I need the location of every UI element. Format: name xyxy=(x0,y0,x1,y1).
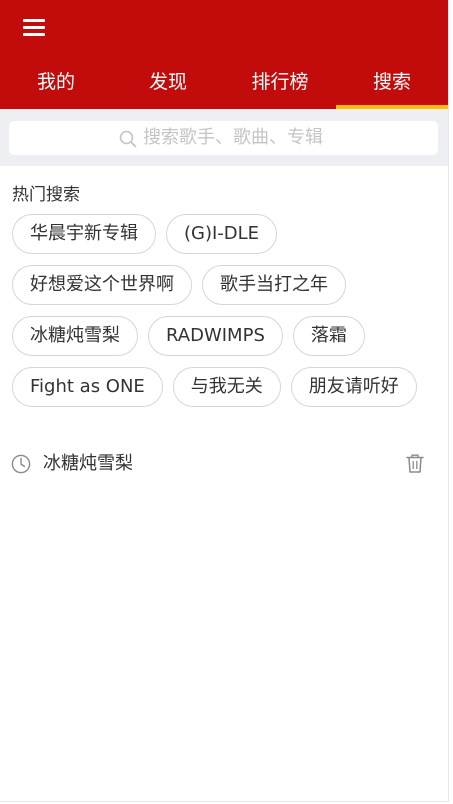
hamburger-menu-icon[interactable] xyxy=(23,18,45,38)
search-icon xyxy=(119,130,137,148)
tab-discover[interactable]: 发现 xyxy=(112,58,224,109)
hot-tag[interactable]: 落霜 xyxy=(292,316,365,356)
tab-mine[interactable]: 我的 xyxy=(0,58,112,109)
app-screen: 我的 发现 排行榜 搜索 搜索歌手、歌曲、专辑 热门搜索 华晨宇新专辑 (G)I… xyxy=(0,0,449,802)
hot-search-title: 热门搜索 xyxy=(12,185,80,205)
hot-tag[interactable]: (G)I-DLE xyxy=(166,214,278,254)
hot-tag[interactable]: 朋友请听好 xyxy=(290,367,417,407)
search-placeholder: 搜索歌手、歌曲、专辑 xyxy=(143,127,323,148)
search-history-item[interactable]: 冰糖炖雪梨 xyxy=(0,445,448,485)
clock-icon xyxy=(11,454,31,474)
hot-tag[interactable]: Fight as ONE xyxy=(12,367,163,407)
tab-search[interactable]: 搜索 xyxy=(336,58,448,109)
main-tabs: 我的 发现 排行榜 搜索 xyxy=(0,58,448,109)
search-input[interactable]: 搜索歌手、歌曲、专辑 xyxy=(9,121,438,155)
hot-tag[interactable]: RADWIMPS xyxy=(148,316,283,356)
hot-tag[interactable]: 歌手当打之年 xyxy=(202,265,346,305)
tab-rankings[interactable]: 排行榜 xyxy=(224,58,336,109)
history-item-text: 冰糖炖雪梨 xyxy=(43,453,133,474)
hot-search-tags: 华晨宇新专辑 (G)I-DLE 好想爱这个世界啊 歌手当打之年 冰糖炖雪梨 RA… xyxy=(12,214,442,407)
trash-icon[interactable] xyxy=(405,453,425,474)
search-bar-area: 搜索歌手、歌曲、专辑 xyxy=(0,109,448,166)
hot-tag[interactable]: 与我无关 xyxy=(172,367,281,407)
hot-tag[interactable]: 华晨宇新专辑 xyxy=(12,214,156,254)
top-bar: 我的 发现 排行榜 搜索 xyxy=(0,0,448,109)
hot-tag[interactable]: 好想爱这个世界啊 xyxy=(12,265,192,305)
hot-tag[interactable]: 冰糖炖雪梨 xyxy=(12,316,138,356)
